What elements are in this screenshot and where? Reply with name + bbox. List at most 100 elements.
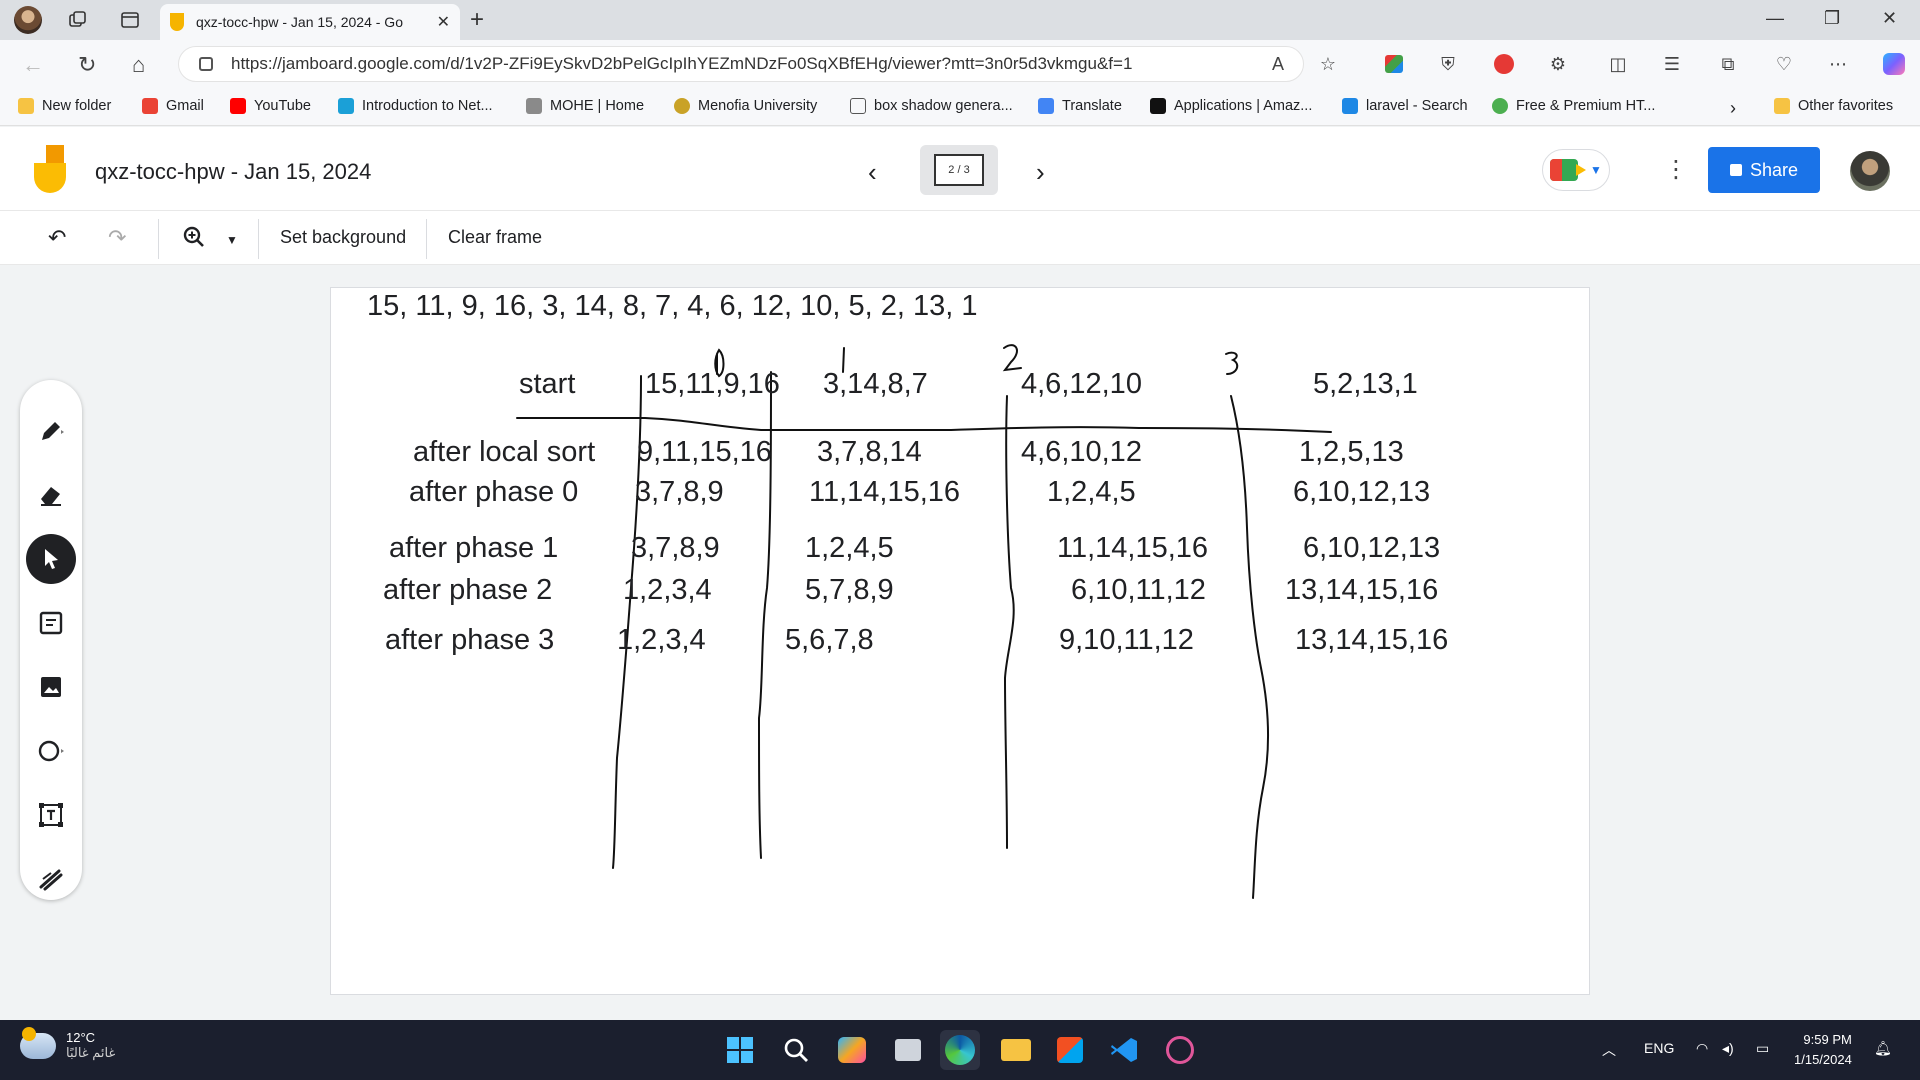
task-view-icon[interactable] [888, 1030, 928, 1070]
bookmark-youtube[interactable]: YouTube [230, 98, 311, 114]
mohe-icon [526, 98, 542, 114]
media-player-icon[interactable] [1160, 1030, 1200, 1070]
split-screen-icon[interactable]: ◫ [1606, 52, 1630, 76]
extensions-icon[interactable]: ⚙ [1546, 52, 1570, 76]
close-tab-icon[interactable]: ✕ [437, 12, 450, 32]
clear-frame-button[interactable]: Clear frame [448, 227, 542, 248]
copilot-taskbar-icon[interactable] [832, 1030, 872, 1070]
sticky-note-icon[interactable] [26, 598, 76, 648]
previous-frame-icon[interactable]: ‹ [868, 157, 877, 188]
show-hidden-icons[interactable]: ︿ [1602, 1040, 1616, 1060]
text-box-icon[interactable] [26, 790, 76, 840]
bookmark-new-folder[interactable]: New folder [18, 98, 111, 114]
new-tab-icon[interactable]: + [470, 6, 484, 34]
bookmark-laravel[interactable]: laravel - Search [1342, 98, 1468, 114]
row-label-phase-0: after phase 0 [409, 476, 579, 508]
profile-avatar[interactable] [14, 6, 42, 34]
store-icon[interactable] [1050, 1030, 1090, 1070]
health-icon[interactable]: ♡ [1772, 52, 1796, 76]
battery-icon[interactable]: ▭ [1756, 1040, 1769, 1057]
cell-phase1-3: 6,10,12,13 [1303, 532, 1441, 564]
more-menu-icon[interactable]: ⋯ [1826, 52, 1850, 76]
frame-bar-button[interactable]: 2 / 3 [920, 145, 998, 195]
lock-icon[interactable] [199, 57, 213, 71]
restore-icon[interactable]: ❐ [1824, 8, 1840, 29]
workspaces-icon[interactable] [66, 8, 90, 32]
bookmark-box-shadow[interactable]: box shadow genera... [850, 98, 1013, 114]
close-window-icon[interactable]: ✕ [1882, 8, 1897, 29]
number-sequence: 15, 11, 9, 16, 3, 14, 8, 7, 4, 6, 12, 10… [367, 290, 978, 322]
vscode-icon[interactable] [1104, 1030, 1144, 1070]
volume-icon[interactable]: ◂) [1722, 1040, 1734, 1057]
url-field[interactable]: https://jamboard.google.com/d/1v2P-ZFi9E… [178, 46, 1304, 82]
favorites-icon[interactable]: ☰ [1660, 52, 1684, 76]
account-avatar[interactable] [1850, 151, 1890, 191]
edge-icon[interactable] [940, 1030, 980, 1070]
meet-button[interactable]: ▼ [1542, 149, 1610, 191]
bookmark-label: Gmail [166, 98, 204, 114]
pen-tool-icon[interactable] [26, 406, 76, 456]
select-tool-icon[interactable] [26, 534, 76, 584]
whiteboard-canvas[interactable]: 15, 11, 9, 16, 3, 14, 8, 7, 4, 6, 12, 10… [330, 287, 1590, 995]
image-tool-icon[interactable] [26, 662, 76, 712]
eraser-tool-icon[interactable] [26, 470, 76, 520]
bookmark-other-favorites[interactable]: Other favorites [1774, 98, 1893, 114]
row-label-local-sort: after local sort [413, 436, 596, 468]
extension-color-icon[interactable] [1382, 52, 1406, 76]
document-title[interactable]: qxz-tocc-hpw - Jan 15, 2024 [95, 159, 371, 185]
read-aloud-icon[interactable]: A [1266, 52, 1290, 76]
bookmark-mohe[interactable]: MOHE | Home [526, 98, 644, 114]
row-label-phase-2: after phase 2 [383, 574, 553, 606]
zoom-dropdown-icon[interactable]: ▼ [226, 233, 238, 247]
start-icon[interactable] [720, 1030, 760, 1070]
file-explorer-icon[interactable] [996, 1030, 1036, 1070]
laser-tool-icon[interactable] [26, 854, 76, 904]
redo-icon[interactable]: ↷ [108, 225, 126, 251]
bookmark-gmail[interactable]: Gmail [142, 98, 204, 114]
back-icon[interactable]: ← [22, 52, 44, 78]
bookmark-label: Applications | Amaz... [1174, 98, 1313, 114]
next-frame-icon[interactable]: › [1036, 157, 1045, 188]
vertical-tabs-icon[interactable] [118, 8, 142, 32]
cell-phase2-3: 13,14,15,16 [1285, 574, 1439, 606]
language-indicator[interactable]: ENG [1644, 1040, 1674, 1056]
notification-bell-icon[interactable]: 🔔︎ [1874, 1040, 1892, 1057]
page-icon [850, 98, 866, 114]
cell-phase1-1: 1,2,4,5 [805, 532, 894, 564]
undo-icon[interactable]: ↶ [48, 225, 66, 251]
weather-widget[interactable]: 12°C غائم غالبًا [20, 1026, 115, 1061]
share-button[interactable]: Share [1708, 147, 1820, 193]
bookmark-intro-net[interactable]: Introduction to Net... [338, 98, 493, 114]
cell-start-3: 5,2,13,1 [1313, 368, 1418, 400]
cell-phase1-2: 11,14,15,16 [1057, 532, 1209, 564]
gmail-icon [142, 98, 158, 114]
download-extension-icon[interactable] [1492, 52, 1516, 76]
active-tab[interactable]: qxz-tocc-hpw - Jan 15, 2024 - Go ✕ [160, 4, 460, 40]
home-icon[interactable]: ⌂ [132, 52, 145, 78]
ink-digit-2 [1002, 344, 1022, 372]
search-icon[interactable] [776, 1030, 816, 1070]
chevron-down-icon: ▼ [1590, 163, 1602, 177]
bookmark-translate[interactable]: Translate [1038, 98, 1122, 114]
set-background-button[interactable]: Set background [280, 227, 406, 248]
bookmark-menofia[interactable]: Menofia University [674, 98, 817, 114]
bookmark-free-premium[interactable]: Free & Premium HT... [1492, 98, 1655, 114]
favorite-star-icon[interactable]: ☆ [1316, 52, 1340, 76]
jamboard-logo[interactable] [34, 145, 70, 193]
wifi-icon[interactable]: ◠ [1696, 1040, 1708, 1057]
zoom-icon[interactable] [182, 225, 206, 255]
more-bookmarks-icon[interactable]: › [1730, 98, 1736, 119]
minimize-icon[interactable]: — [1766, 8, 1784, 29]
clock[interactable]: 9:59 PM 1/15/2024 [1794, 1030, 1852, 1070]
copilot-icon[interactable] [1882, 52, 1906, 76]
shape-tool-icon[interactable] [26, 726, 76, 776]
jamboard-stage: 15, 11, 9, 16, 3, 14, 8, 7, 4, 6, 12, 10… [0, 265, 1920, 1020]
more-options-icon[interactable]: ⋮ [1664, 155, 1688, 184]
bookmark-label: Introduction to Net... [362, 98, 493, 114]
bookmark-label: box shadow genera... [874, 98, 1013, 114]
shield-icon[interactable]: ⛨ [1436, 52, 1460, 76]
bookmark-amazon[interactable]: Applications | Amaz... [1150, 98, 1312, 114]
collections-icon[interactable]: ⧉ [1716, 52, 1740, 76]
browser-tab-bar: qxz-tocc-hpw - Jan 15, 2024 - Go ✕ + — ❐… [0, 0, 1920, 40]
refresh-icon[interactable]: ↻ [78, 52, 96, 78]
